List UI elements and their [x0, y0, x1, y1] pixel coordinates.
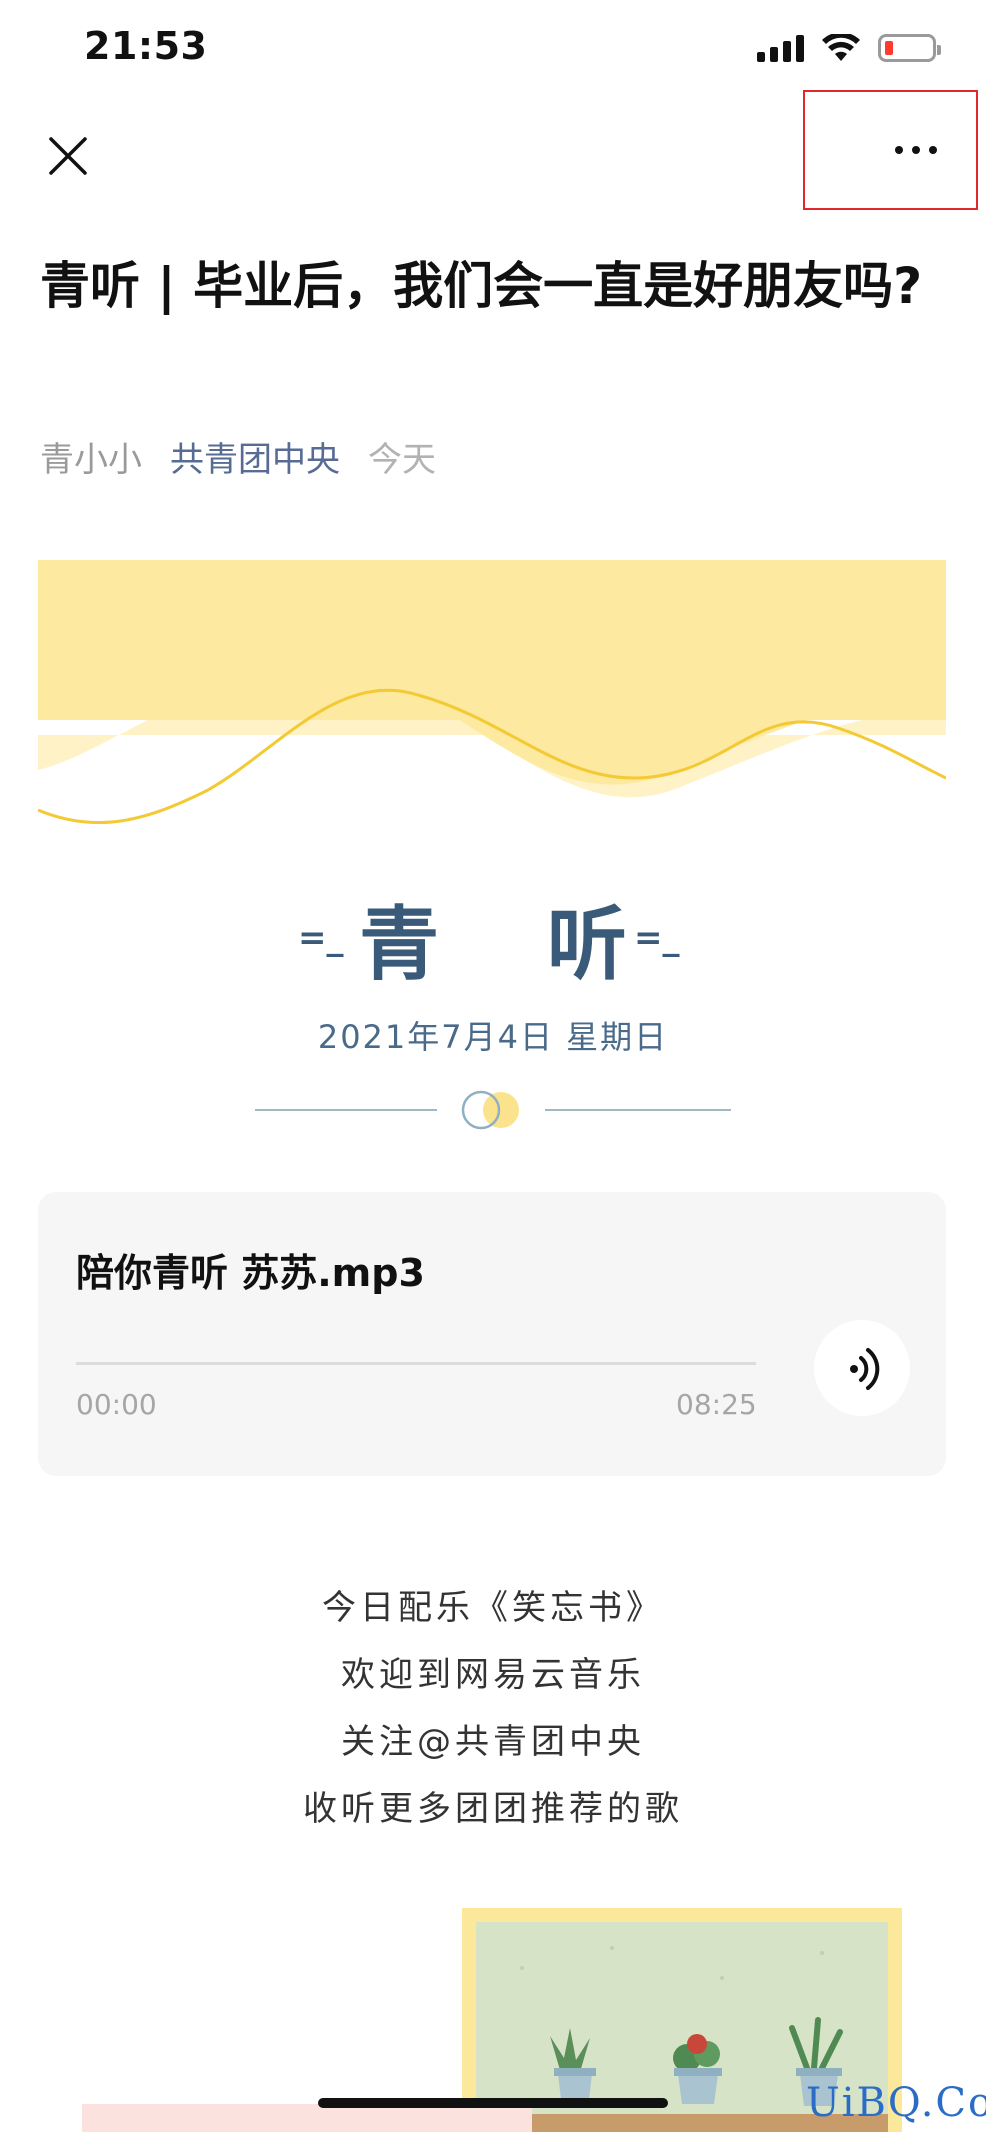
watermark-text: UiBQ.CoM: [806, 2080, 986, 2126]
close-icon: [49, 137, 87, 175]
home-indicator[interactable]: [318, 2098, 668, 2108]
text-line: 收听更多团团推荐的歌: [303, 1789, 683, 1829]
audio-current-time: 00:00: [76, 1388, 157, 1421]
status-icons: [757, 34, 941, 62]
more-icon: [894, 146, 937, 154]
sound-wave-icon: [850, 1348, 880, 1390]
audio-progress-bar[interactable]: [76, 1362, 756, 1365]
section-title: 青 听: [359, 898, 667, 991]
wave-banner: [38, 560, 946, 825]
text-line: 关注@共青团中央: [341, 1722, 645, 1762]
section-header: =_ 青 听 =_: [0, 880, 986, 996]
battery-icon: [878, 34, 941, 62]
article-date: 今天: [368, 440, 436, 480]
audio-player-card[interactable]: 陪你青听 苏苏.mp3 00:00 08:25: [38, 1192, 946, 1476]
music-info-text: 今日配乐《笑忘书》 欢迎到网易云音乐 关注@共青团中央 收听更多团团推荐的歌: [0, 1575, 986, 1843]
cellular-signal-icon: [757, 34, 804, 62]
account-link[interactable]: 共青团中央: [170, 432, 340, 481]
text-line: 今日配乐《笑忘书》: [322, 1588, 664, 1628]
close-button[interactable]: [48, 136, 88, 176]
more-button[interactable]: [803, 90, 978, 210]
audio-duration: 08:25: [676, 1388, 757, 1421]
play-button[interactable]: [814, 1320, 910, 1416]
circles-divider: [255, 1090, 731, 1130]
article-title: 青听 | 毕业后，我们会一直是好朋友吗?: [40, 257, 923, 315]
second-illustration-edge: [82, 2104, 532, 2132]
article-page: 21:53 青听 | 毕业后，我们会一直是好朋友吗? 青小小 共青团中央 今天 …: [0, 0, 986, 2132]
wifi-icon: [822, 34, 860, 61]
section-deco-right: =_: [634, 918, 680, 958]
status-time: 21:53: [84, 24, 208, 68]
article-author: 青小小: [40, 440, 142, 480]
section-date: 2021年7月4日 星期日: [317, 1018, 669, 1056]
audio-title: 陪你青听 苏苏.mp3: [76, 1251, 425, 1295]
section-deco-left: =_: [298, 918, 344, 958]
text-line: 欢迎到网易云音乐: [341, 1655, 645, 1695]
article-meta: 青小小 共青团中央 今天: [40, 432, 436, 481]
